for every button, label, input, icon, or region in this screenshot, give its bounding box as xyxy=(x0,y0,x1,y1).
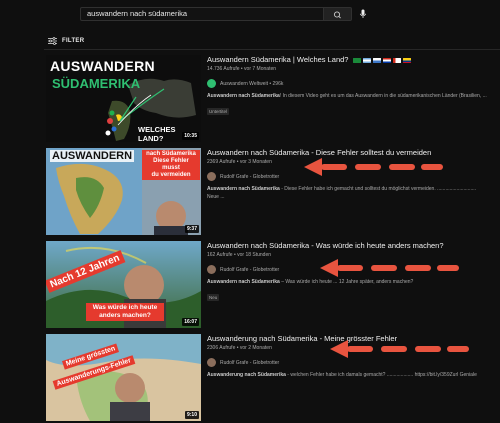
flag-icon xyxy=(382,57,391,63)
thumbnail-text-3: anders machen? xyxy=(99,312,151,319)
video-thumbnail[interactable]: Nach 12 Jahren Was würde ich heute ander… xyxy=(46,241,201,328)
new-badge: Neu xyxy=(207,294,220,301)
arrow-annotation xyxy=(330,340,469,358)
channel-avatar[interactable] xyxy=(207,172,216,181)
video-description: Auswanderung nach Südamerika - welchen F… xyxy=(207,372,500,379)
desc-highlight: Auswandern nach Südamerika xyxy=(207,279,280,285)
channel-name[interactable]: Rudolf Grafe - Globetrotter xyxy=(220,174,279,180)
thumbnail-text-3: Diese Fehler xyxy=(153,158,189,164)
mic-icon xyxy=(359,9,367,18)
channel-name[interactable]: Rudolf Grafe - Globetrotter xyxy=(220,267,279,273)
video-description: Auswandern nach Südamerika - Diese Fehle… xyxy=(207,186,500,193)
search-input[interactable]: auswandern nach südamerika xyxy=(80,7,324,21)
channel-avatar[interactable] xyxy=(207,265,216,274)
search-button[interactable] xyxy=(324,7,352,21)
video-description: Auswandern nach Südamerika – Was würde i… xyxy=(207,279,500,286)
video-thumbnail[interactable]: AUSWANDERN nach Südamerika Diese Fehler … xyxy=(46,148,201,235)
video-description: Auswandern nach Südamerika! In diesem Vi… xyxy=(207,93,500,100)
channel-link[interactable]: Auswandern Weltweit • 296k xyxy=(207,79,500,88)
desc-text: - welchen Fehler habe ich damals gemacht… xyxy=(285,372,477,378)
video-result[interactable]: AUSWANDERN nach Südamerika Diese Fehler … xyxy=(46,148,500,235)
desc-text: – Was würde ich heute ... 12 Jahre späte… xyxy=(279,279,414,285)
video-views: 14.736 Aufrufe • vor 7 Monaten xyxy=(207,66,277,72)
arrow-annotation xyxy=(320,259,459,277)
channel-avatar[interactable] xyxy=(207,358,216,367)
thumbnail-text-2: Was würde ich heute xyxy=(92,304,158,311)
desc-text: - Diese Fehler habe ich gemacht und soll… xyxy=(279,186,477,192)
video-thumbnail[interactable]: Meine grössten Auswanderungs-Fehler 9:10 xyxy=(46,334,201,421)
video-thumbnail[interactable]: AUSWANDERN SÜDAMERIKA WELCHES LAND? 10:3… xyxy=(46,55,201,142)
search-icon xyxy=(333,11,341,19)
desc-highlight: Auswanderung nach Südamerika xyxy=(207,372,286,378)
thumbnail-text-1: AUSWANDERN xyxy=(50,58,155,74)
arrow-annotation xyxy=(304,158,443,176)
video-duration: 9:10 xyxy=(184,411,199,419)
subtitles-badge: Untertitel xyxy=(207,108,230,115)
filter-icon xyxy=(48,37,57,45)
channel-name[interactable]: Rudolf Grafe - Globetrotter xyxy=(220,360,279,366)
video-title-text[interactable]: Auswandern Südamerika | Welches Land? xyxy=(207,55,348,64)
top-bar: auswandern nach südamerika xyxy=(0,0,500,28)
voice-search-button[interactable] xyxy=(357,7,369,21)
video-duration: 16:07 xyxy=(182,318,199,326)
video-title[interactable]: Auswandern nach Südamerika - Was würde i… xyxy=(207,241,500,251)
video-duration: 9:37 xyxy=(184,225,199,233)
channel-name[interactable]: Auswandern Weltweit • 296k xyxy=(220,81,283,87)
flag-icon xyxy=(402,57,411,63)
thumbnail-text-2: SÜDAMERIKA xyxy=(52,76,141,91)
flag-icon xyxy=(362,57,371,63)
filter-button[interactable]: FILTER xyxy=(48,36,84,46)
flag-icon xyxy=(372,57,381,63)
thumbnail-callout: nach Südamerika Diese Fehler musst du ve… xyxy=(142,150,200,180)
thumbnail-callout: Was würde ich heute anders machen? xyxy=(86,303,164,321)
video-result[interactable]: AUSWANDERN SÜDAMERIKA WELCHES LAND? 10:3… xyxy=(46,55,500,142)
filter-label: FILTER xyxy=(62,38,85,44)
video-result[interactable]: Meine grössten Auswanderungs-Fehler 9:10… xyxy=(46,334,500,421)
video-meta: Auswandern Südamerika | Welches Land? 14… xyxy=(207,55,500,118)
video-description-line2: Neue ... xyxy=(207,194,225,200)
flag-icon xyxy=(392,57,401,63)
channel-avatar[interactable] xyxy=(207,79,216,88)
desc-text: ! In diesem Video geht es um das Auswand… xyxy=(279,93,487,99)
video-title[interactable]: Auswandern Südamerika | Welches Land? xyxy=(207,55,500,65)
video-duration: 10:35 xyxy=(182,132,199,140)
desc-highlight: Auswandern nach Südamerika xyxy=(207,186,280,192)
thumbnail-text-1: AUSWANDERN xyxy=(50,150,135,162)
desc-highlight: Auswandern nach Südamerika xyxy=(207,93,280,99)
thumbnail-text-5: du vermeiden xyxy=(151,172,191,178)
flag-icon xyxy=(352,57,361,63)
thumbnail-text-2: nach Südamerika xyxy=(146,151,196,157)
thumbnail-text-4: musst xyxy=(162,165,180,171)
video-result[interactable]: Nach 12 Jahren Was würde ich heute ander… xyxy=(46,241,500,328)
divider xyxy=(44,49,500,50)
